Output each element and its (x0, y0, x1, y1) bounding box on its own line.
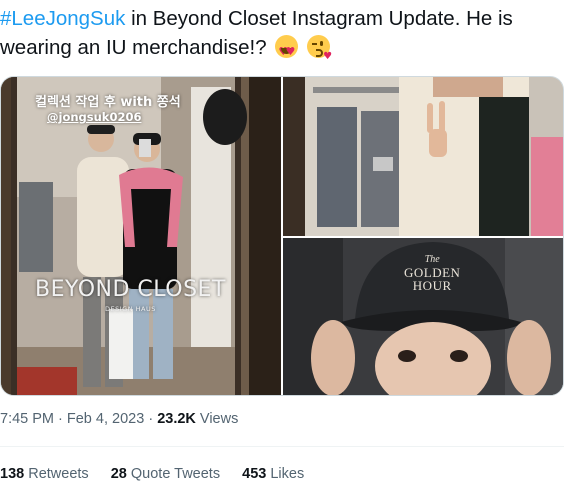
kissing-heart-emoji (307, 35, 332, 71)
instagram-caption: 컬렉션 작업 후 with 쫑석 (35, 95, 181, 110)
mirror-selfie-photo[interactable]: 컬렉션 작업 후 with 쫑석 @jongsuk0206 BEYOND CLO… (1, 77, 281, 395)
instagram-handle: @jongsuk0206 (47, 110, 142, 124)
golden-hour-cap-photo[interactable]: The GOLDEN HOUR (283, 238, 563, 395)
closeup-peace-sign-photo[interactable] (283, 77, 563, 236)
likes-stat[interactable]: 453 Likes (242, 466, 304, 482)
cap-logo-hour: HOUR (412, 278, 452, 293)
likes-label: Likes (266, 466, 305, 482)
retweets-count: 138 (0, 466, 25, 482)
retweets-label: Retweets (24, 466, 89, 482)
tweet-text: #LeeJongSuk in Beyond Closet Instagram U… (0, 4, 560, 71)
divider (0, 446, 564, 447)
retweets-stat[interactable]: 138 Retweets (0, 466, 89, 482)
brand-watermark: BEYOND CLOSET (35, 277, 226, 302)
tweet-media-grid: 컬렉션 작업 후 with 쫑석 @jongsuk0206 BEYOND CLO… (0, 76, 564, 396)
quote-tweets-stat[interactable]: 28 Quote Tweets (111, 466, 220, 482)
hashtag-link[interactable]: #LeeJongSuk (0, 7, 125, 30)
views-count: 23.2K (157, 411, 196, 427)
views-label: Views (195, 411, 239, 427)
tweet-date[interactable]: Feb 4, 2023 (67, 411, 144, 427)
likes-count: 453 (242, 466, 267, 482)
quote-tweets-count: 28 (110, 466, 127, 482)
cap-logo-text: The GOLDEN HOUR (404, 253, 460, 292)
engagement-stats: 138 Retweets 28 Quote Tweets 453 Likes (0, 466, 322, 482)
heart-eyes-emoji (275, 35, 299, 66)
tweet-time[interactable]: 7:45 PM (0, 411, 54, 427)
tweet-meta: 7:45 PM · Feb 4, 2023 · 23.2K Views (0, 411, 239, 427)
quote-tweets-label: Quote Tweets (126, 466, 221, 482)
brand-subtitle: DESIGN HAUS (105, 305, 156, 313)
